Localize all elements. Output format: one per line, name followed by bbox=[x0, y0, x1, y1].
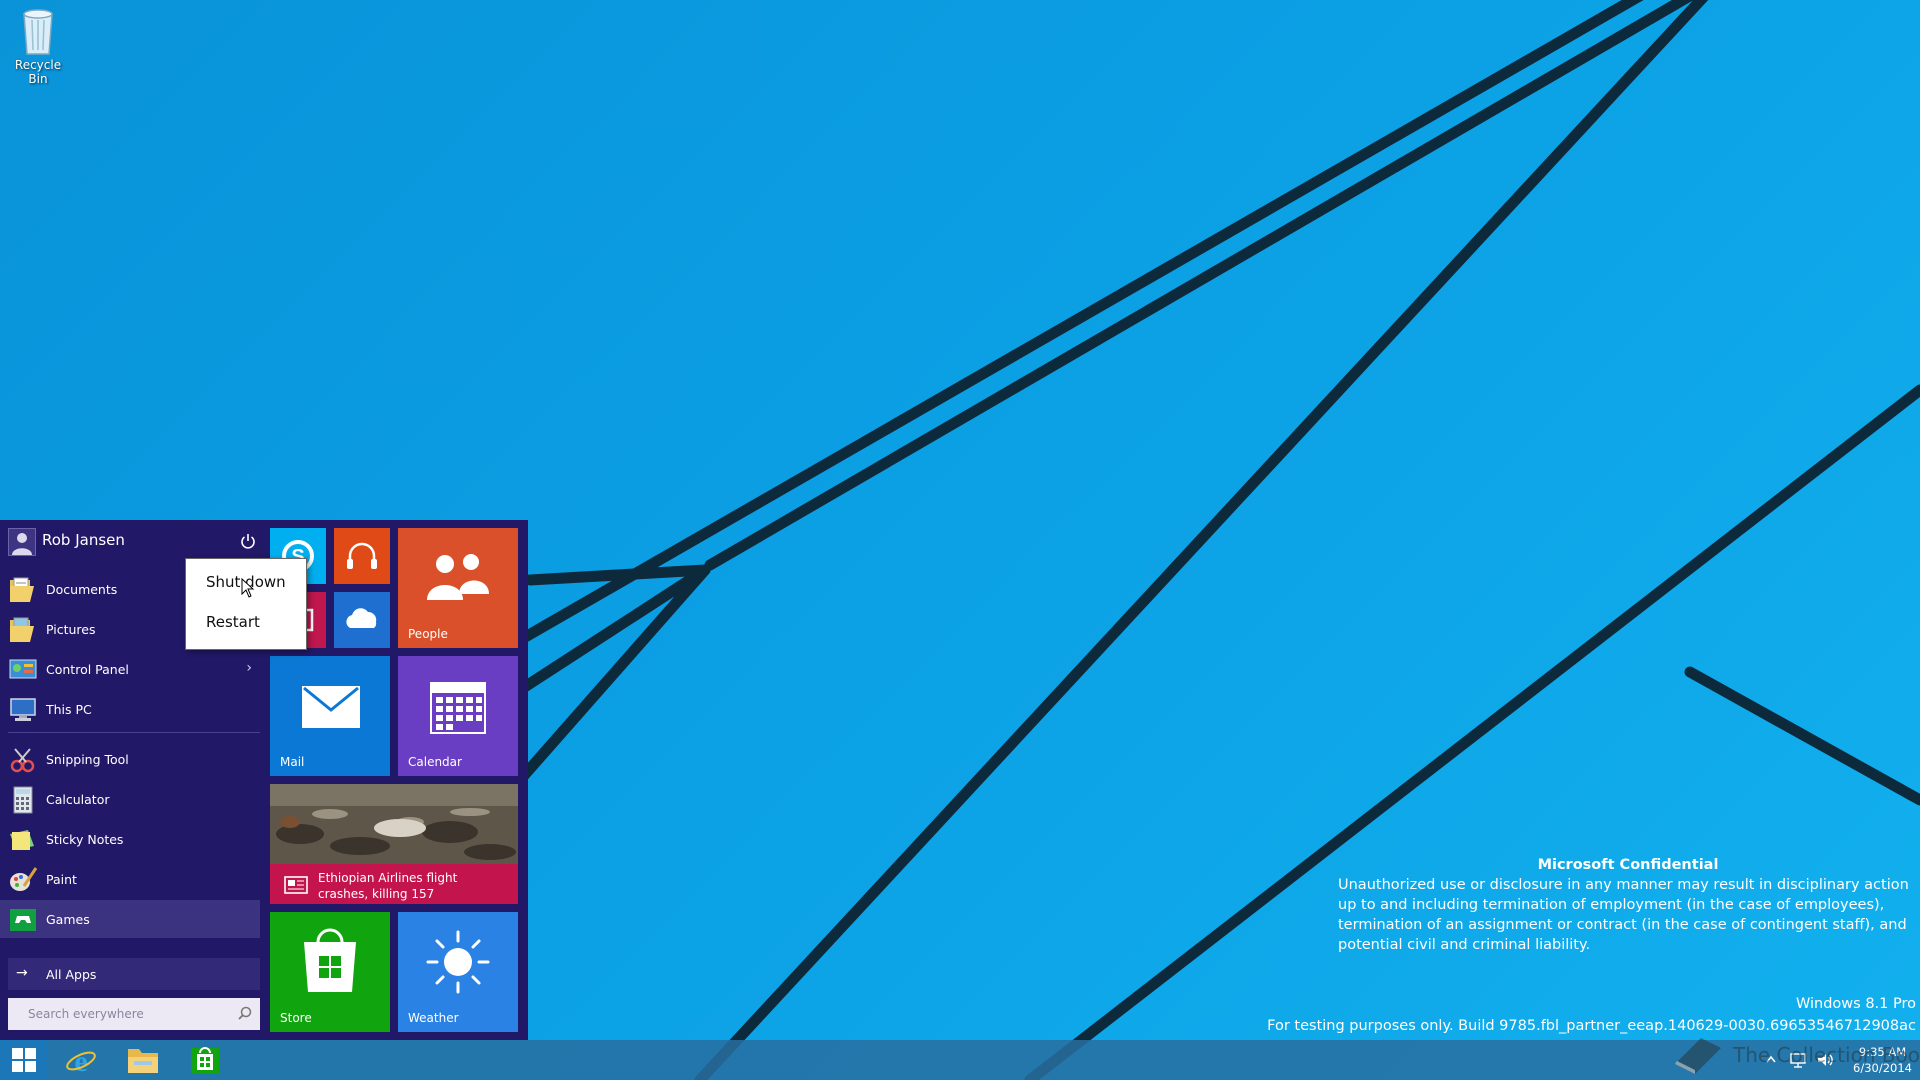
menu-item-calculator[interactable]: Calculator bbox=[0, 780, 260, 818]
menu-item-games[interactable]: Games bbox=[0, 900, 260, 938]
all-apps-label: All Apps bbox=[46, 967, 97, 982]
people-icon bbox=[427, 554, 489, 600]
store-icon bbox=[191, 1047, 219, 1074]
menu-item-label: Paint bbox=[46, 872, 77, 887]
menu-item-label: Sticky Notes bbox=[46, 832, 124, 847]
power-options-menu: Shut down Restart bbox=[185, 558, 307, 650]
menu-item-label: This PC bbox=[46, 702, 92, 717]
menu-item-control-panel[interactable]: Control Panel › bbox=[0, 650, 260, 688]
scissors-icon bbox=[10, 748, 35, 773]
svg-text:e: e bbox=[74, 1045, 87, 1076]
folder-pictures-icon bbox=[10, 617, 34, 642]
build-info: Windows 8.1 Pro For testing purposes onl… bbox=[1267, 993, 1916, 1037]
menu-item-label: Pictures bbox=[46, 622, 96, 637]
paint-icon bbox=[10, 867, 38, 891]
mail-icon bbox=[302, 686, 360, 728]
power-button[interactable] bbox=[236, 528, 260, 554]
menu-item-label: Control Panel bbox=[46, 662, 129, 677]
site-watermark-text: The Collection Book bbox=[1733, 1043, 1920, 1067]
tile-label: People bbox=[408, 627, 448, 641]
tile-label: Mail bbox=[280, 755, 305, 769]
gamepad-icon bbox=[10, 909, 36, 931]
taskbar-store[interactable] bbox=[176, 1040, 234, 1080]
folder-documents-icon bbox=[10, 577, 34, 602]
sticky-notes-icon bbox=[10, 830, 34, 850]
chevron-right-icon: › bbox=[246, 660, 252, 676]
desktop: Recycle Bin Microsoft Confidential Unaut… bbox=[0, 0, 1920, 1080]
book-icon bbox=[1675, 1038, 1721, 1074]
file-explorer-icon bbox=[128, 1049, 158, 1073]
control-panel-icon bbox=[9, 659, 37, 679]
calculator-icon bbox=[13, 786, 33, 814]
power-icon bbox=[241, 534, 255, 549]
restart-label: Restart bbox=[206, 613, 260, 631]
all-apps-button[interactable]: → All Apps bbox=[8, 958, 260, 990]
taskbar: e 9:35 AM 6/30/2014 bbox=[0, 1040, 1920, 1080]
search-icon[interactable] bbox=[238, 1006, 252, 1020]
tile-mail[interactable]: Mail bbox=[270, 656, 390, 776]
user-avatar-icon bbox=[8, 528, 36, 556]
menu-item-this-pc[interactable]: This PC bbox=[0, 690, 260, 728]
edition-label: Windows 8.1 Pro bbox=[1795, 996, 1916, 1012]
tile-label: Weather bbox=[408, 1011, 459, 1025]
tile-label: Store bbox=[280, 1011, 312, 1025]
store-bag-icon bbox=[304, 928, 356, 992]
menu-item-label: Calculator bbox=[46, 792, 110, 807]
cloud-icon bbox=[346, 608, 377, 628]
news-headline: Ethiopian Airlines flight crashes, killi… bbox=[318, 871, 458, 901]
tile-weather[interactable]: Weather bbox=[398, 912, 518, 1032]
mouse-cursor-icon bbox=[241, 578, 255, 598]
start-button[interactable] bbox=[0, 1040, 48, 1080]
tile-calendar[interactable]: Calendar bbox=[398, 656, 518, 776]
recycle-bin-shortcut[interactable]: Recycle Bin bbox=[4, 4, 72, 86]
search-input[interactable]: Search everywhere bbox=[8, 998, 260, 1030]
confidential-watermark: Microsoft Confidential Unauthorized use … bbox=[1338, 855, 1918, 955]
watermark-body: Unauthorized use or disclosure in any ma… bbox=[1338, 877, 1909, 953]
menu-item-label: Games bbox=[46, 912, 90, 927]
menu-item-label: Snipping Tool bbox=[46, 752, 129, 767]
menu-item-paint[interactable]: Paint bbox=[0, 860, 260, 898]
recycle-bin-label: Recycle Bin bbox=[14, 58, 62, 86]
taskbar-internet-explorer[interactable]: e bbox=[52, 1040, 110, 1080]
user-account[interactable]: Rob Jansen bbox=[8, 528, 262, 556]
recycle-bin-icon bbox=[23, 9, 53, 55]
user-name: Rob Jansen bbox=[42, 531, 125, 549]
menu-divider bbox=[8, 732, 260, 733]
newspaper-icon bbox=[284, 876, 308, 894]
arrow-right-icon: → bbox=[16, 965, 28, 981]
menu-item-snipping-tool[interactable]: Snipping Tool bbox=[0, 740, 260, 778]
windows-logo-icon bbox=[12, 1048, 36, 1072]
taskbar-file-explorer[interactable] bbox=[114, 1040, 172, 1080]
news-photo bbox=[270, 784, 518, 864]
calendar-icon bbox=[430, 682, 486, 734]
tile-music[interactable] bbox=[334, 528, 390, 584]
tile-news[interactable]: Ethiopian Airlines flight crashes, killi… bbox=[270, 784, 518, 904]
tile-onedrive[interactable] bbox=[334, 592, 390, 648]
headphones-icon bbox=[347, 542, 377, 569]
menu-item-sticky-notes[interactable]: Sticky Notes bbox=[0, 820, 260, 858]
computer-icon bbox=[10, 698, 36, 721]
tile-store[interactable]: Store bbox=[270, 912, 390, 1032]
watermark-title: Microsoft Confidential bbox=[1537, 857, 1719, 873]
tile-people[interactable]: People bbox=[398, 528, 518, 648]
restart-option[interactable]: Restart bbox=[186, 603, 306, 641]
site-watermark: The Collection Book bbox=[1665, 1032, 1920, 1076]
search-placeholder: Search everywhere bbox=[28, 1007, 144, 1021]
sun-icon bbox=[426, 930, 490, 994]
tile-label: Calendar bbox=[408, 755, 462, 769]
menu-item-label: Documents bbox=[46, 582, 118, 597]
internet-explorer-icon: e bbox=[66, 1045, 96, 1076]
